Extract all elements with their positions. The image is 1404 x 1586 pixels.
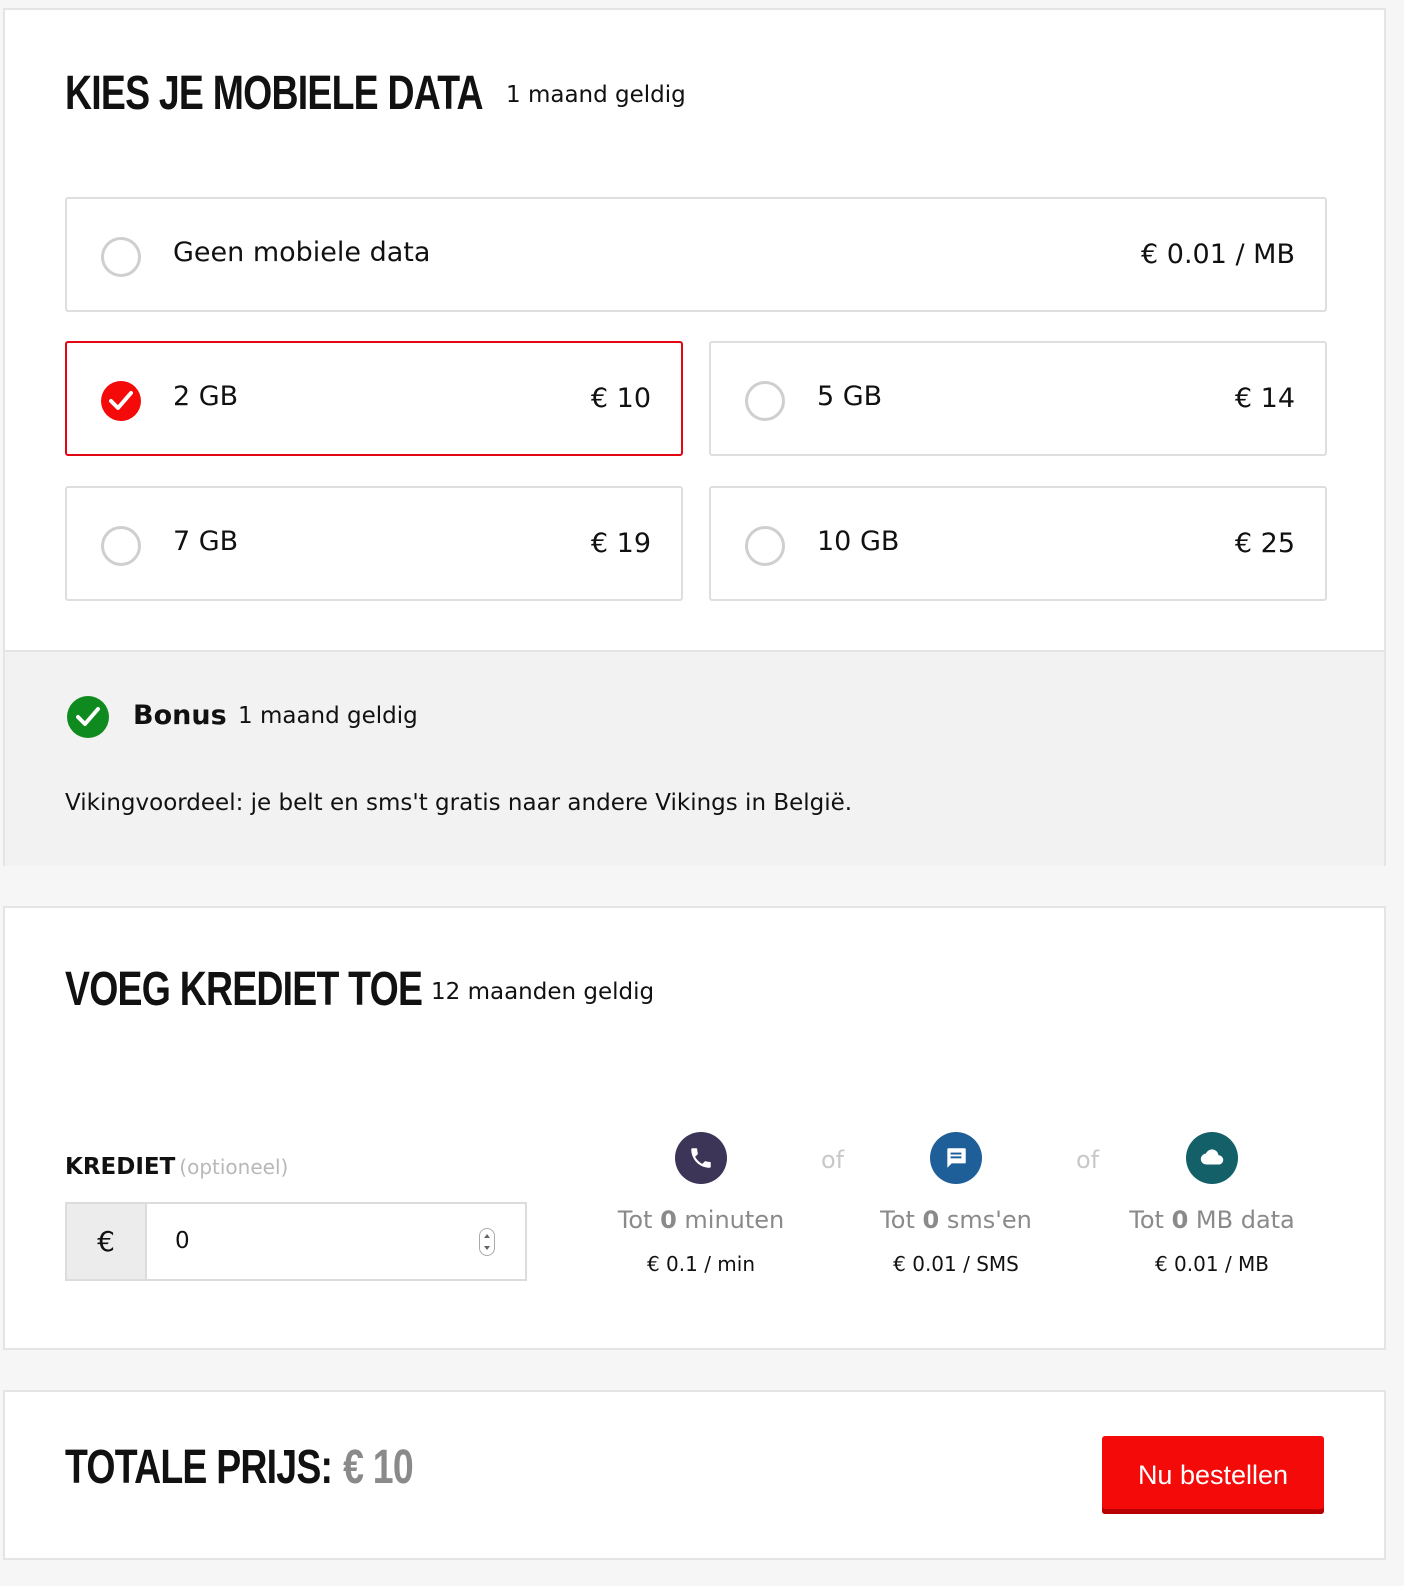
option-label: 7 GB xyxy=(173,526,239,557)
credit-value[interactable]: 0 xyxy=(175,1228,190,1254)
total-label: TOTALE PRIJS: xyxy=(65,1441,333,1494)
calc-prefix: Tot xyxy=(617,1206,653,1234)
option-5gb[interactable]: 5 GB € 14 xyxy=(709,341,1327,456)
mobile-data-card: KIES JE MOBIELE DATA 1 maand geldig Geen… xyxy=(3,8,1386,866)
calc-unit: MB data xyxy=(1195,1206,1295,1234)
total-price: TOTALE PRIJS: € 10 xyxy=(65,1440,414,1495)
credit-input[interactable]: € 0 xyxy=(65,1202,527,1281)
calc-prefix: Tot xyxy=(880,1206,915,1234)
calc-data: Tot 0 MB data € 0.01 / MB xyxy=(1092,1132,1332,1276)
order-button[interactable]: Nu bestellen xyxy=(1102,1436,1324,1514)
calc-amount: 0 xyxy=(922,1206,940,1234)
option-price: € 19 xyxy=(590,528,651,559)
data-section-title: KIES JE MOBIELE DATA xyxy=(65,67,484,120)
calc-rate: € 0.01 / MB xyxy=(1154,1252,1270,1276)
radio-icon xyxy=(745,526,785,566)
calc-minutes: Tot 0 minuten € 0.1 / min xyxy=(581,1132,821,1276)
radio-icon xyxy=(745,381,785,421)
option-label: 10 GB xyxy=(817,526,900,557)
bonus-description: Vikingvoordeel: je belt en sms't gratis … xyxy=(65,790,853,816)
calc-rate: € 0.01 / SMS xyxy=(893,1252,1019,1276)
option-label: 2 GB xyxy=(173,381,239,412)
bonus-label: Bonus xyxy=(133,700,227,731)
calc-total: Tot 0 minuten xyxy=(581,1206,821,1234)
option-10gb[interactable]: 10 GB € 25 xyxy=(709,486,1327,601)
total-card: TOTALE PRIJS: € 10 Nu bestellen xyxy=(3,1390,1386,1560)
option-2gb[interactable]: 2 GB € 10 xyxy=(65,341,683,456)
calc-total: Tot 0 sms'en xyxy=(836,1206,1076,1234)
credit-section-title: VOEG KREDIET TOE xyxy=(65,963,423,1016)
phone-icon xyxy=(675,1132,727,1184)
check-circle-icon xyxy=(67,696,109,738)
bonus-validity: 1 maand geldig xyxy=(238,703,418,729)
credit-optional-text: (optioneel) xyxy=(179,1155,289,1179)
option-price: € 10 xyxy=(590,383,651,414)
cloud-icon xyxy=(1186,1132,1238,1184)
checked-radio-icon xyxy=(101,381,141,421)
message-icon xyxy=(930,1132,982,1184)
credit-card: VOEG KREDIET TOE 12 maanden geldig KREDI… xyxy=(3,906,1386,1350)
calc-total: Tot 0 MB data xyxy=(1092,1206,1332,1234)
calc-unit: minuten xyxy=(684,1206,785,1234)
option-label: Geen mobiele data xyxy=(173,237,431,268)
credit-field-label: KREDIET (optioneel) xyxy=(65,1154,288,1180)
option-label: 5 GB xyxy=(817,381,883,412)
credit-validity: 12 maanden geldig xyxy=(431,979,655,1005)
option-price: € 25 xyxy=(1234,528,1295,559)
credit-label-text: KREDIET xyxy=(65,1154,176,1180)
radio-icon xyxy=(101,237,141,277)
calc-prefix: Tot xyxy=(1129,1206,1164,1234)
calc-amount: 0 xyxy=(660,1206,677,1234)
option-price: € 0.01 / MB xyxy=(1141,239,1295,270)
calc-rate: € 0.1 / min xyxy=(646,1252,756,1276)
option-price: € 14 xyxy=(1234,383,1295,414)
currency-prefix: € xyxy=(67,1204,147,1279)
calc-amount: 0 xyxy=(1171,1206,1189,1234)
calc-unit: sms'en xyxy=(946,1206,1032,1234)
total-value: € 10 xyxy=(343,1441,414,1494)
number-spinner-icon[interactable] xyxy=(479,1228,495,1256)
calc-sms: Tot 0 sms'en € 0.01 / SMS xyxy=(836,1132,1076,1276)
option-geen-mobiele-data[interactable]: Geen mobiele data € 0.01 / MB xyxy=(65,197,1327,312)
bonus-panel: Bonus 1 maand geldig Vikingvoordeel: je … xyxy=(5,650,1384,866)
radio-icon xyxy=(101,526,141,566)
option-7gb[interactable]: 7 GB € 19 xyxy=(65,486,683,601)
data-validity: 1 maand geldig xyxy=(506,82,686,108)
